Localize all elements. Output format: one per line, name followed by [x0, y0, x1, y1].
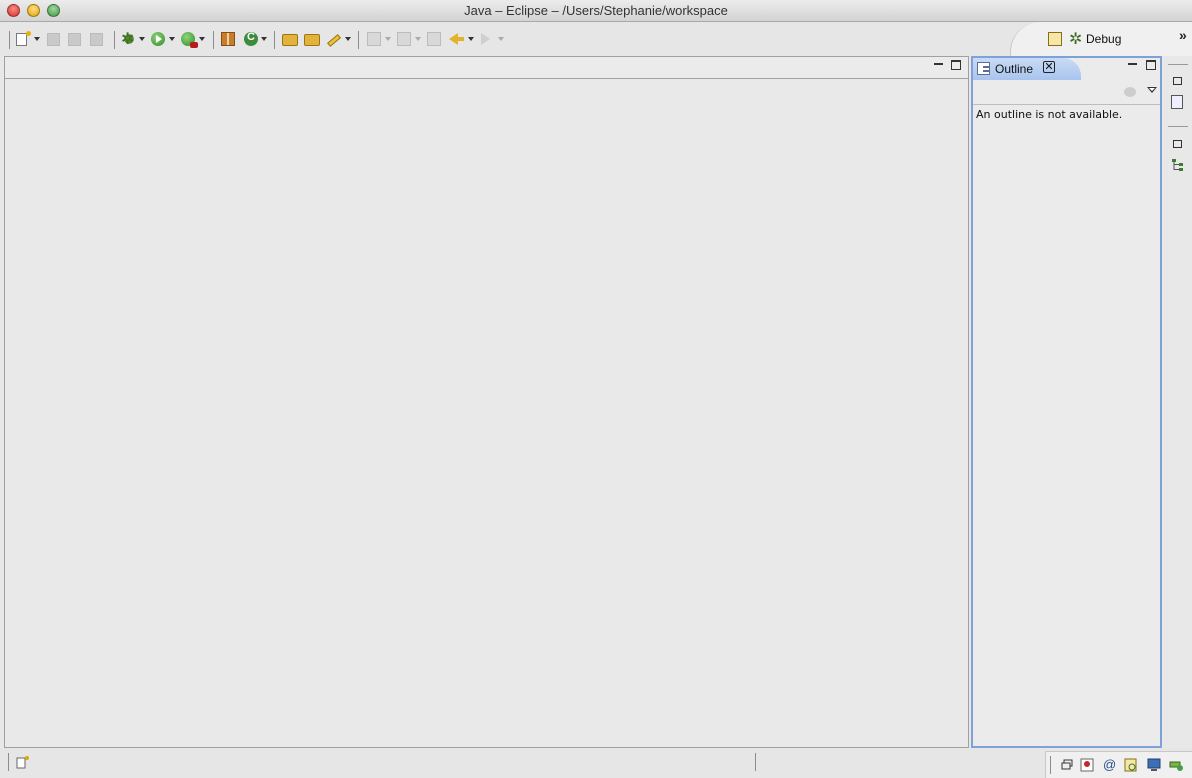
external-tools-dropdown-icon[interactable]: [199, 37, 205, 41]
outline-tab-bar: Outline ✕: [973, 58, 1160, 80]
progress-icon[interactable]: [1169, 758, 1183, 772]
editor-area[interactable]: [4, 56, 969, 748]
editor-maximize-icon[interactable]: [951, 60, 961, 70]
outline-tab-label: Outline: [995, 62, 1034, 76]
status-bar: @: [0, 748, 1192, 778]
toolbar-separator: [213, 31, 214, 49]
perspective-switcher: ✲ Debug »: [1010, 22, 1192, 56]
editor-minimize-icon[interactable]: [934, 63, 943, 65]
debug-perspective-label[interactable]: Debug: [1086, 32, 1121, 46]
external-tools-icon[interactable]: [181, 32, 198, 48]
filter-icon[interactable]: [1124, 87, 1136, 97]
forward-dropdown-icon[interactable]: [498, 37, 504, 41]
window-title-bar: Java – Eclipse – /Users/Stephanie/worksp…: [0, 0, 1192, 22]
hierarchy-icon[interactable]: [1170, 157, 1186, 173]
save-icon[interactable]: [47, 33, 60, 46]
debug-icon[interactable]: [121, 29, 137, 49]
next-annotation-dropdown-icon[interactable]: [385, 37, 391, 41]
run-icon[interactable]: [151, 32, 165, 46]
new-fast-view-icon[interactable]: [16, 755, 30, 769]
save-all-icon[interactable]: [68, 33, 81, 46]
edit-annotation-dropdown-icon[interactable]: [345, 37, 351, 41]
debug-perspective-icon[interactable]: ✲: [1069, 29, 1082, 49]
outline-toolbar: [973, 80, 1160, 105]
restore-icon[interactable]: [1173, 140, 1182, 148]
back-icon[interactable]: [449, 33, 464, 45]
open-task-icon[interactable]: [304, 34, 320, 46]
previous-annotation-dropdown-icon[interactable]: [415, 37, 421, 41]
restore-icon[interactable]: [1060, 758, 1074, 772]
outline-view: Outline ✕ An outline is not available.: [971, 56, 1162, 748]
more-perspectives-icon[interactable]: »: [1179, 27, 1187, 43]
previous-annotation-icon[interactable]: [397, 32, 411, 46]
tab-outline[interactable]: Outline ✕: [973, 58, 1081, 80]
new-package-icon[interactable]: [221, 32, 235, 46]
toolbar-separator: [114, 31, 115, 49]
status-separator: [8, 753, 9, 771]
close-icon[interactable]: ✕: [1043, 61, 1055, 73]
forward-icon[interactable]: [481, 33, 490, 45]
javadoc-icon[interactable]: @: [1103, 757, 1117, 772]
edit-annotation-icon[interactable]: [327, 34, 341, 47]
toolbar-separator: [274, 31, 275, 49]
next-annotation-icon[interactable]: [367, 32, 381, 46]
outline-minimize-icon[interactable]: [1128, 63, 1137, 65]
new-wizard-dropdown-icon[interactable]: [34, 37, 40, 41]
outline-icon: [977, 62, 990, 75]
outline-maximize-icon[interactable]: [1146, 60, 1156, 70]
back-dropdown-icon[interactable]: [468, 37, 474, 41]
run-dropdown-icon[interactable]: [169, 37, 175, 41]
toolbar-separator: [358, 31, 359, 49]
print-icon[interactable]: [90, 33, 103, 46]
declaration-icon[interactable]: [1124, 758, 1138, 772]
trim-separator: [1168, 64, 1188, 65]
status-separator: [755, 753, 756, 771]
trim-separator: [1168, 126, 1188, 127]
restore-icon[interactable]: [1173, 77, 1182, 85]
new-class-dropdown-icon[interactable]: [261, 37, 267, 41]
toolbar-separator: [9, 31, 10, 49]
outline-message: An outline is not available.: [976, 108, 1123, 121]
right-trim-stack: [1165, 56, 1192, 186]
new-wizard-icon[interactable]: [16, 31, 31, 46]
open-type-icon[interactable]: [282, 34, 298, 46]
editor-tab-bar: [5, 57, 968, 79]
last-edit-icon[interactable]: [427, 32, 441, 46]
status-separator: [1050, 756, 1051, 774]
view-menu-icon[interactable]: [1147, 87, 1157, 93]
open-perspective-icon[interactable]: [1048, 32, 1062, 46]
new-class-icon[interactable]: [244, 31, 258, 46]
task-list-icon[interactable]: [1171, 95, 1183, 109]
fast-view-bar: @: [1045, 751, 1192, 778]
console-icon[interactable]: [1147, 758, 1161, 772]
debug-dropdown-icon[interactable]: [139, 37, 145, 41]
hierarchy-icon[interactable]: [1080, 758, 1094, 772]
window-title: Java – Eclipse – /Users/Stephanie/worksp…: [464, 3, 728, 18]
